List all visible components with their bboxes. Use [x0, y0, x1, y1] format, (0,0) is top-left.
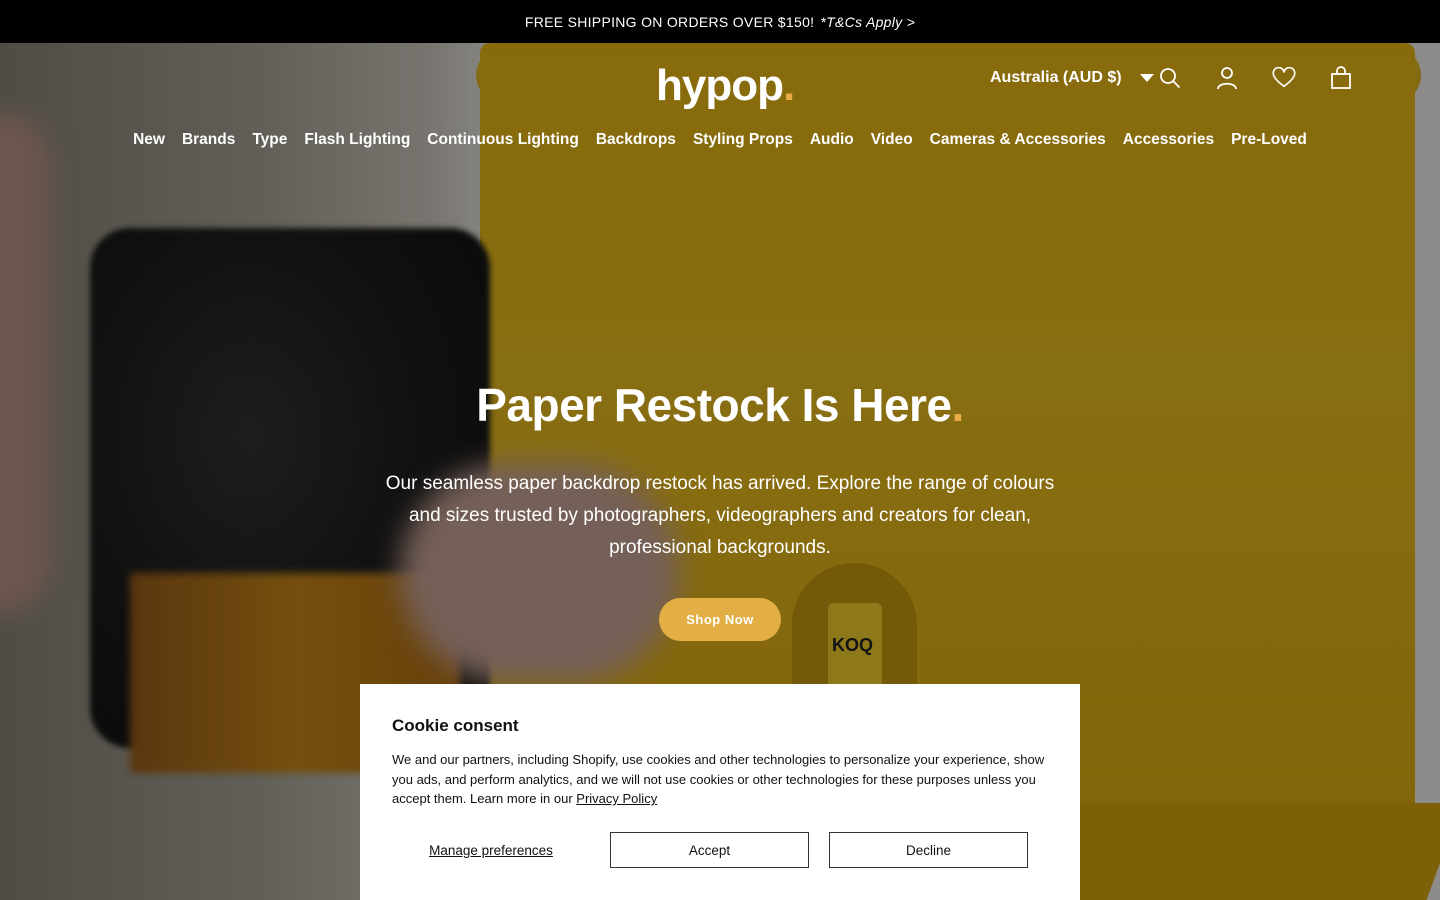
site-header: hypop. Australia (AUD $) New Brands Type…: [0, 43, 1440, 183]
nav-item-brands[interactable]: Brands: [182, 131, 235, 149]
cookie-consent-dialog: Cookie consent We and our partners, incl…: [360, 684, 1080, 900]
decline-button[interactable]: Decline: [829, 832, 1028, 868]
hero-description: Our seamless paper backdrop restock has …: [385, 473, 1055, 558]
nav-item-continuous-lighting[interactable]: Continuous Lighting: [427, 131, 579, 149]
nav-item-pre-loved[interactable]: Pre-Loved: [1231, 131, 1307, 149]
logo-dot: .: [782, 61, 795, 110]
main-nav: New Brands Type Flash Lighting Continuou…: [0, 131, 1440, 149]
logo-text: hypop: [656, 61, 784, 110]
accept-button[interactable]: Accept: [610, 832, 809, 868]
nav-item-video[interactable]: Video: [871, 131, 913, 149]
chevron-down-icon: [1139, 74, 1154, 82]
nav-item-new[interactable]: New: [133, 131, 165, 149]
cookie-body-text: We and our partners, including Shopify, …: [392, 752, 1045, 806]
privacy-policy-link[interactable]: Privacy Policy: [576, 791, 657, 806]
header-icons: [1158, 65, 1353, 91]
terms-link[interactable]: *T&Cs Apply >: [820, 14, 915, 30]
nav-item-accessories[interactable]: Accessories: [1123, 131, 1214, 149]
shop-now-button[interactable]: Shop Now: [659, 598, 781, 641]
manage-preferences-button[interactable]: Manage preferences: [392, 832, 590, 868]
site-logo[interactable]: hypop.: [656, 61, 795, 111]
wishlist-heart-icon[interactable]: [1272, 65, 1296, 91]
country-selector[interactable]: Australia (AUD $): [990, 69, 1154, 87]
nav-item-cameras-accessories[interactable]: Cameras & Accessories: [930, 131, 1106, 149]
announcement-bar: FREE SHIPPING ON ORDERS OVER $150! *T&Cs…: [0, 0, 1440, 43]
nav-item-styling-props[interactable]: Styling Props: [693, 131, 793, 149]
nav-item-type[interactable]: Type: [252, 131, 287, 149]
nav-item-audio[interactable]: Audio: [810, 131, 854, 149]
hero-title: Paper Restock Is Here.: [380, 378, 1060, 432]
hero-title-dot: .: [951, 379, 965, 431]
nav-item-backdrops[interactable]: Backdrops: [596, 131, 676, 149]
cart-bag-icon[interactable]: [1329, 65, 1353, 91]
cookie-body: We and our partners, including Shopify, …: [392, 750, 1048, 809]
hero-title-text: Paper Restock Is Here: [476, 379, 952, 431]
country-label: Australia (AUD $): [990, 69, 1122, 86]
search-icon[interactable]: [1158, 65, 1182, 91]
account-icon[interactable]: [1215, 65, 1239, 91]
nav-item-flash-lighting[interactable]: Flash Lighting: [304, 131, 410, 149]
cookie-actions: Manage preferences Accept Decline: [392, 832, 1048, 868]
announcement-text: FREE SHIPPING ON ORDERS OVER $150!: [524, 13, 815, 30]
hero-content: Paper Restock Is Here. Our seamless pape…: [380, 378, 1060, 641]
cookie-title: Cookie consent: [392, 716, 519, 735]
